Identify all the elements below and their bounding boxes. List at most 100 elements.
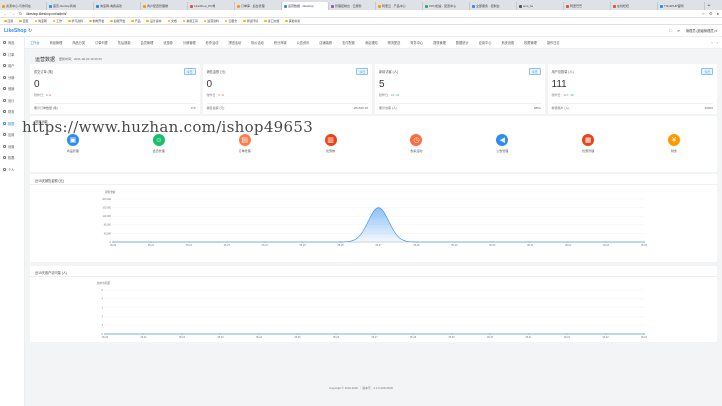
top-nav-tab[interactable]: 物流配送 [383,37,406,48]
browser-tab[interactable]: 阿里云 · 产品中心 [376,2,423,10]
visitors-chart: 用户访问量01234505-20 05-21 05-22 05-23 05-24 05-2… [97,281,648,339]
bookmark-item[interactable]: 淘宝网 [34,19,47,23]
bookmark-item[interactable]: 接口文档 [264,19,279,23]
bookmark-item[interactable]: 云服务 [224,19,237,23]
browser-tab[interactable]: LikeShop_PC端 [188,2,235,10]
bookmark-item[interactable]: 工作 [52,19,62,23]
top-nav-tab[interactable]: 拼团活动 [223,37,246,48]
shortcut-item[interactable]: ▤ 订单管理 [215,134,275,153]
sidebar-item[interactable]: 权限 [0,152,24,164]
bookmark-item[interactable]: 学习资料 [68,19,83,23]
browser-tab[interactable]: 资源中心-与你同在 [0,2,47,10]
new-tab-button[interactable]: + [705,2,713,10]
sidebar-item[interactable]: 设计 [0,95,24,107]
top-nav-tab[interactable]: 商品管理 [45,37,68,48]
footer-value: 30600 [704,105,713,110]
extensions-icon[interactable]: ⚙ [709,11,713,16]
bookmark-item[interactable]: 百度 [19,19,29,23]
bookmark-item[interactable]: 文档 [167,19,177,23]
shortcut-item[interactable]: ▦ 优惠管理 [558,134,618,153]
top-nav-tab[interactable]: 应用中心 [474,37,497,48]
browser-tab[interactable]: 运营数据 · likeshop [282,2,329,10]
top-nav-tab[interactable]: 支付配置 [337,37,360,48]
sidebar-item[interactable]: 营销 [0,83,24,95]
bookmark-item[interactable]: 测试环境 [243,19,258,23]
user-menu[interactable]: 管理员 (超级管理员) ▾ [686,28,717,33]
browser-tab[interactable]: 阿里巴巴 [564,2,611,10]
bookmark-item[interactable]: 应用 [4,19,13,23]
bookmark-item[interactable]: 前端开发 [89,19,104,23]
refresh-icon[interactable]: ↻ [28,28,32,34]
y-tick-label: 160,000 [102,207,111,210]
x-tick-label: 05-26 [338,244,345,247]
bookmark-label: 淘宝网 [38,19,47,23]
top-nav-tab[interactable]: 订单列表 [90,37,113,48]
top-nav-tab[interactable]: 消息通知 [360,37,383,48]
bookmark-item[interactable]: 运营资料 [203,19,219,23]
browser-tab[interactable]: 全部服务 · 控制台 [470,2,517,10]
top-nav-tab[interactable]: 店铺装修 [314,37,337,48]
sidebar-item[interactable]: 数据 [0,118,24,130]
shortcut-item[interactable]: ◀ 公告管理 [472,134,532,153]
top-nav-tab[interactable]: 权限管理 [519,37,542,48]
top-nav-tab[interactable]: 工作台 [25,37,45,48]
sidebar-item[interactable]: 订单 [0,49,24,61]
forward-icon[interactable]: → [11,11,15,16]
top-nav-tab[interactable]: 提现管理 [428,37,451,48]
sidebar-item[interactable]: 商品 [0,37,24,49]
top-nav-tab[interactable]: 优惠券 [158,37,178,48]
bookmark-item[interactable]: 产品 [131,19,140,23]
browser-tab[interactable]: 管理控制台 · 云服务 [329,2,376,10]
top-nav-tab[interactable]: 售后退款 [113,37,136,48]
sidebar-item[interactable]: 应用 [0,129,24,141]
browser-tab[interactable]: CDN加速 · 配置中心 [423,2,470,10]
sidebar-item[interactable]: 用户 [0,60,24,72]
top-nav-tab[interactable]: 砍价活动 [246,37,269,48]
top-nav-tab[interactable]: 分销管理 [178,37,201,48]
nav-scroll-right-icon[interactable]: › [717,40,718,45]
shortcut-item[interactable]: ☺ 会员管理 [129,134,189,153]
browser-tab[interactable]: 商户配置管理端 [141,2,188,10]
reload-page-icon[interactable]: ⟳ [677,29,680,33]
bookmark-item[interactable]: 常用工具 [182,19,198,23]
browser-tab[interactable]: sms_fie [517,2,564,10]
shortcut-item[interactable]: ◷ 秒杀活动 [386,134,446,153]
browser-tab-title: 资源中心-与你同在 [6,4,31,8]
back-icon[interactable]: ← [3,11,7,16]
top-nav-tab[interactable]: 财务中心 [405,37,428,48]
reload-icon[interactable]: ↻ [19,11,22,16]
top-nav-tab[interactable]: 操作日志 [542,37,565,48]
sidebar-item[interactable]: 个人 [0,164,24,176]
top-nav-tab[interactable]: 积分商城 [269,37,292,48]
shortcut-item[interactable]: ▥ 优惠券 [301,134,361,153]
fullscreen-icon[interactable]: ⛶ [669,29,671,33]
shortcut-item[interactable]: ▣ 商品管理 [43,134,103,153]
y-axis-label: 销售金额 [105,190,116,194]
browser-tab[interactable]: 首页-Ifoshop商城 [47,2,94,10]
sidebar-item[interactable]: 财务 [0,106,24,118]
bookmarks-bar: 应用 百度 淘宝网 工作 学习资料 前端开发 后端开发 产品 设计素材 文档 常用工具 运营资料 云服务… [0,18,722,25]
bookmark-item[interactable]: 其他书签 [285,19,300,23]
browser-tab[interactable]: ThinkPHP官网 [658,2,705,10]
top-nav-tab[interactable]: 公告资讯 [292,37,315,48]
sidebar-item[interactable]: 分销 [0,72,24,84]
bookmark-item[interactable]: 后端开发 [110,19,125,23]
browser-tab[interactable]: 在线旺旺 [611,2,658,10]
top-nav-tab[interactable]: 秒杀活动 [201,37,224,48]
nav-scroll-left-icon[interactable]: ‹ [711,40,712,45]
url-field[interactable]: likeshop.likeshop.net/admin/ [26,12,66,16]
sidebar-item[interactable]: 设置 [0,141,24,153]
top-nav-tab[interactable]: 数据统计 [451,37,474,48]
bookmark-item[interactable]: 设计素材 [146,19,162,23]
tab-favicon-icon [566,4,569,8]
browser-tab[interactable]: 订单库 · 后台管理 [235,2,282,10]
browser-tab[interactable]: 淘宝网-淘我喜欢 [94,2,141,10]
top-nav-tab[interactable]: 会员管理 [136,37,159,48]
shortcut-item[interactable]: ¥ 财务 [644,134,704,153]
menu-icon [3,41,6,45]
top-nav-tab[interactable]: 系统设置 [496,37,519,48]
stat-cards: 成交订单 (笔) 今日 0 较昨日：0 -0 累计订单数量 (笔) 170 销售金额 (元)… [30,64,717,114]
top-nav-tab[interactable]: 商品分类 [67,37,90,48]
profile-icon[interactable]: ● [717,11,719,16]
star-icon[interactable]: ☆ [701,11,705,16]
